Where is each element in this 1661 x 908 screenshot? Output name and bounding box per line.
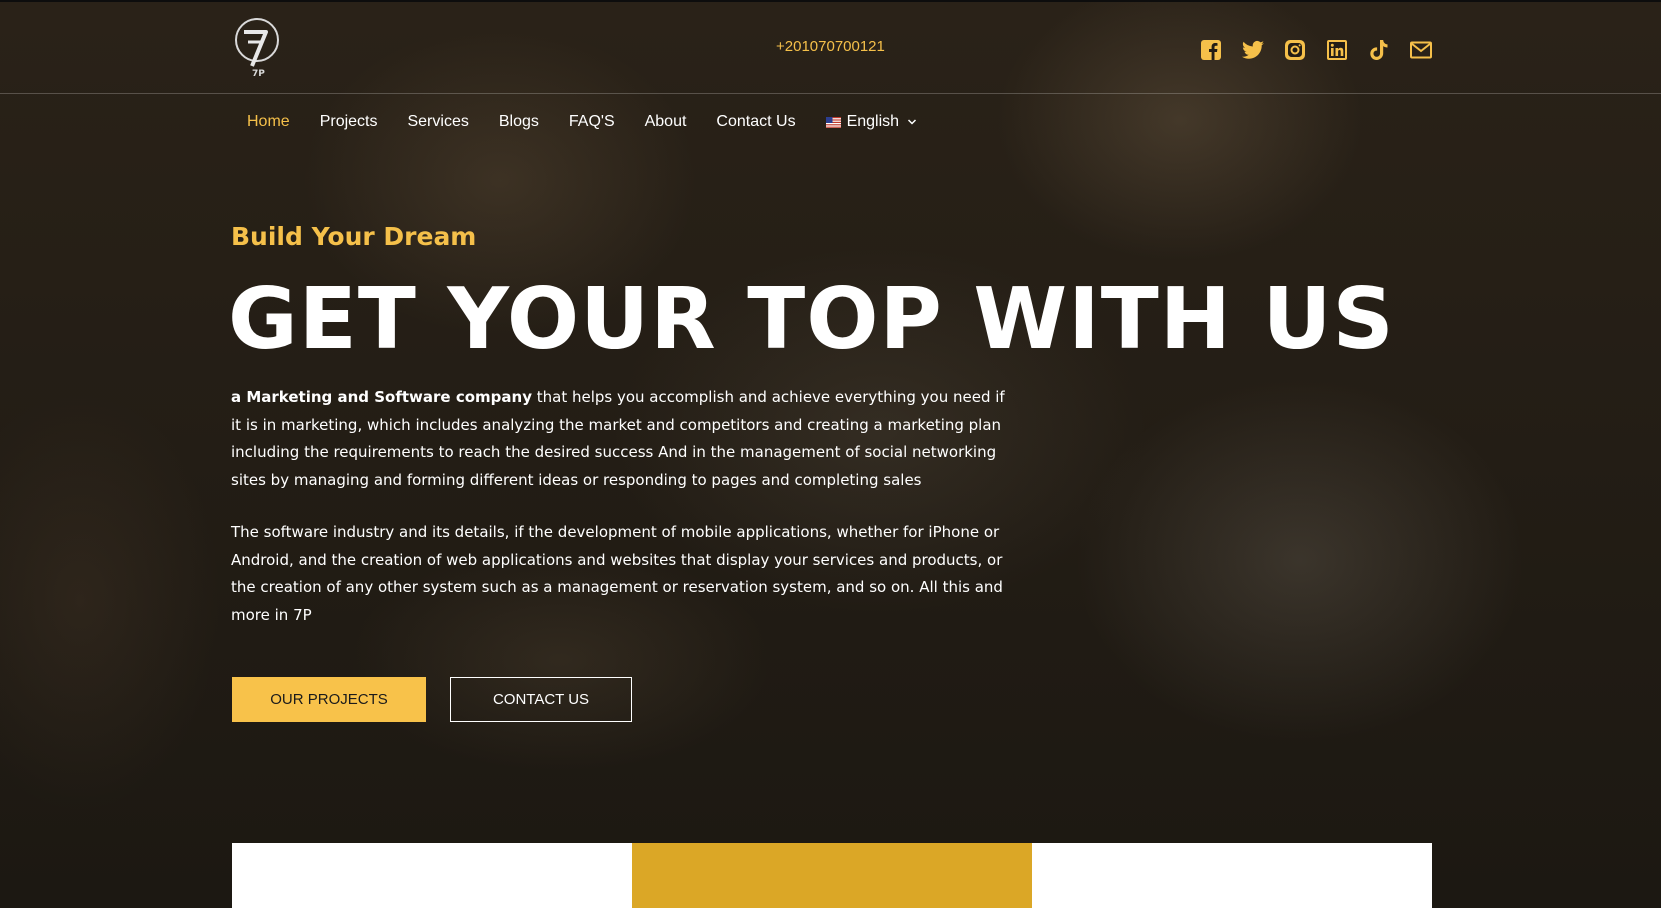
our-projects-button[interactable]: OUR PROJECTS (232, 677, 426, 722)
nav-contact-us[interactable]: Contact Us (716, 113, 795, 131)
hero-headline: GET YOUR TOP WITH US (228, 270, 1395, 369)
facebook-icon[interactable] (1199, 38, 1223, 62)
logo-mark-icon: 7P (235, 18, 279, 79)
nav-home[interactable]: Home (247, 113, 290, 131)
contact-us-button[interactable]: CONTACT US (450, 677, 632, 722)
nav-blogs[interactable]: Blogs (499, 113, 539, 131)
feature-cards (232, 843, 1432, 908)
instagram-icon[interactable] (1283, 38, 1307, 62)
mail-icon[interactable] (1409, 38, 1433, 62)
hero-paragraph-2: The software industry and its details, i… (231, 523, 1003, 624)
site-logo[interactable]: 7P (232, 16, 282, 79)
social-links (1199, 38, 1433, 62)
hero-paragraph-1-bold: a Marketing and Software company (231, 388, 532, 406)
svg-text:7P: 7P (252, 69, 265, 78)
feature-card (632, 843, 1032, 908)
language-label: English (846, 113, 900, 130)
hero-kicker: Build Your Dream (231, 222, 477, 251)
nav-projects[interactable]: Projects (320, 113, 378, 131)
linkedin-icon[interactable] (1325, 38, 1349, 62)
nav-faqs[interactable]: FAQ'S (569, 113, 615, 131)
feature-card (1032, 843, 1432, 908)
nav-services[interactable]: Services (407, 113, 468, 131)
chevron-down-icon (908, 119, 917, 125)
twitter-icon[interactable] (1241, 38, 1265, 62)
feature-card (232, 843, 632, 908)
header-top-bar: 7P +201070700121 (0, 0, 1661, 94)
phone-number[interactable]: +201070700121 (776, 38, 885, 55)
hero-paragraph-1: a Marketing and Software company that he… (231, 384, 1011, 494)
nav-about[interactable]: About (645, 113, 687, 131)
tiktok-icon[interactable] (1367, 38, 1391, 62)
main-nav: Home Projects Services Blogs FAQ'S About… (247, 113, 917, 131)
us-flag-icon (825, 116, 841, 128)
language-selector[interactable]: English (825, 113, 917, 131)
